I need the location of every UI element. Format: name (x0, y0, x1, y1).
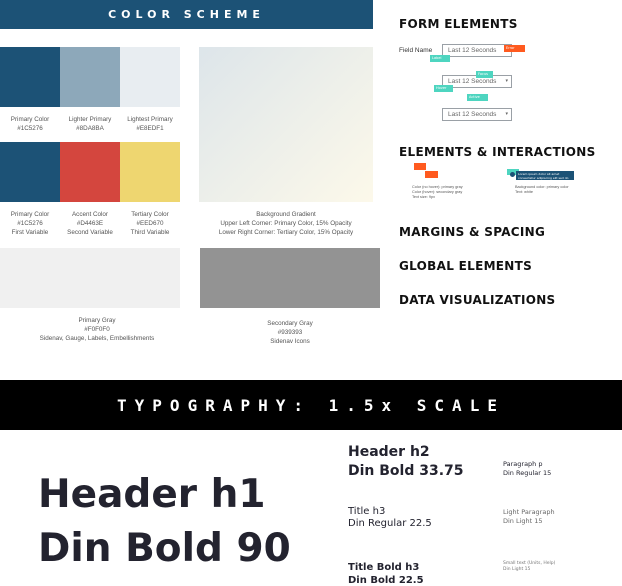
active-tag: Active (467, 94, 488, 101)
gradient-swatch (199, 47, 373, 202)
secondary-gray-caption: Secondary Gray #939393 Sidenav Icons (267, 320, 313, 345)
hover-tag: Hover (434, 85, 453, 92)
swatch-caption: Primary Color #1C5276 (10, 116, 50, 132)
small-text-spec: Din Light 15 (503, 567, 531, 572)
typography-banner: TYPOGRAPHY: 1.5x SCALE (0, 380, 622, 430)
small-text-sample: Small text (Units, Help) (503, 561, 556, 566)
swatch-tertiary (120, 142, 180, 202)
header-h2-spec: Din Bold 33.75 (348, 463, 464, 479)
interaction-caption-left: Color (no hover): primary gray Color (hov… (412, 185, 463, 199)
paragraph-spec: Din Regular 15 (503, 469, 552, 477)
elements-interactions-heading: ELEMENTS & INTERACTIONS (399, 145, 596, 159)
swatch-caption: Primary Color #1C5276 First Variable (10, 211, 50, 236)
interaction-caption-right: Background color: primary color Text: whi… (515, 185, 569, 194)
swatch-secondary-gray (200, 248, 380, 308)
label-tag: Label (430, 55, 450, 62)
select-disabled[interactable]: Last 12 Seconds ▾ (442, 108, 512, 121)
header-h1-spec: Din Bold 90 (38, 526, 291, 571)
indicator-tag (425, 171, 438, 178)
field-name-label: Field Name (399, 47, 433, 54)
header-h2-sample: Header h2 (348, 444, 430, 460)
swatch-lighter-primary (60, 47, 120, 107)
swatch-caption: Tertiary Color #EED670 Third Variable (130, 211, 170, 236)
swatch-lightest-primary (120, 47, 180, 107)
gradient-caption: Background Gradient Upper Left Corner: Pr… (218, 211, 354, 236)
title-h3-sample: Title h3 (348, 506, 386, 517)
title-bold-h3-sample: Title Bold h3 (348, 562, 420, 573)
error-tag: Error (504, 45, 525, 52)
color-scheme-banner: COLOR SCHEME (0, 0, 373, 29)
paragraph-sample: Paragraph p (503, 460, 543, 468)
light-paragraph-spec: Din Light 15 (503, 517, 543, 525)
chevron-icon: ▾ (505, 78, 508, 84)
title-h3-spec: Din Regular 22.5 (348, 518, 432, 529)
global-elements-heading[interactable]: GLOBAL ELEMENTS (399, 259, 532, 273)
margins-spacing-heading[interactable]: MARGINS & SPACING (399, 225, 545, 239)
indicator-tag (414, 163, 426, 170)
select-default[interactable]: Last 12 Seconds▾ (442, 44, 512, 57)
header-h1-sample: Header h1 (38, 472, 266, 517)
tooltip: Lorem ipsum dolor sit amet consectetur a… (516, 171, 574, 180)
swatch-caption: Lightest Primary #E8EDF1 (127, 116, 173, 132)
swatch-caption: Accent Color #D4463E Second Variable (67, 211, 113, 236)
data-visualizations-heading[interactable]: DATA VISUALIZATIONS (399, 293, 556, 307)
title-bold-h3-spec: Din Bold 22.5 (348, 575, 424, 586)
swatch-caption: Lighter Primary #8DA8BA (68, 116, 112, 132)
focus-tag: Focus (476, 71, 493, 78)
swatch-accent (60, 142, 120, 202)
primary-gray-caption: Primary Gray #F0F0F0 Sidenav, Gauge, Label… (39, 317, 155, 342)
info-icon[interactable] (510, 172, 515, 177)
form-elements-heading: FORM ELEMENTS (399, 17, 518, 31)
swatch-primary (0, 47, 60, 107)
light-paragraph-sample: Light Paragraph (503, 508, 555, 516)
chevron-icon: ▾ (505, 111, 508, 117)
swatch-primary-variable (0, 142, 60, 202)
swatch-primary-gray (0, 248, 180, 308)
